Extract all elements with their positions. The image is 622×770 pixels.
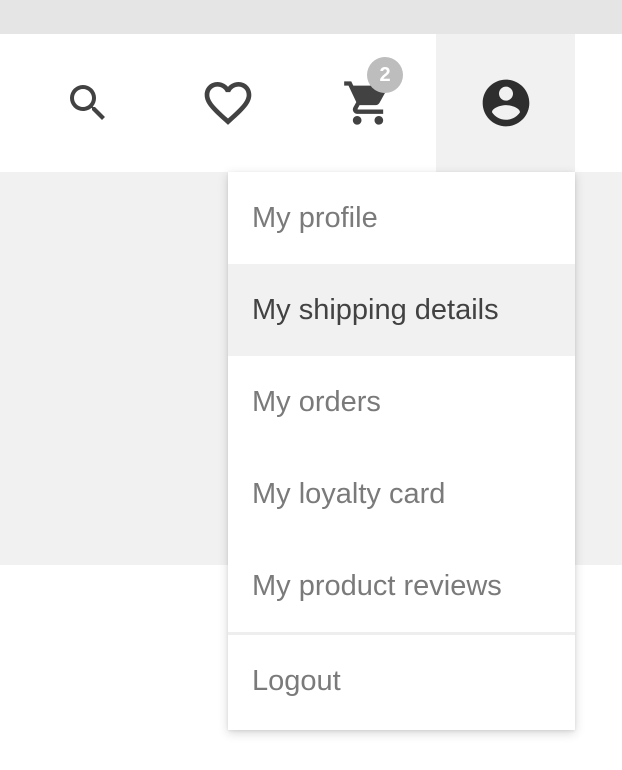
top-strip (0, 0, 622, 34)
menu-item-label: My shipping details (252, 293, 499, 326)
cart-button[interactable]: 2 (323, 34, 413, 172)
menu-item-my-loyalty-card[interactable]: My loyalty card (228, 448, 575, 540)
wishlist-button[interactable] (183, 34, 273, 172)
cart-icon-wrap: 2 (342, 57, 403, 129)
menu-item-label: My profile (252, 201, 378, 234)
search-icon (70, 85, 105, 120)
menu-item-my-product-reviews[interactable]: My product reviews (228, 540, 575, 632)
menu-item-logout[interactable]: Logout (228, 635, 575, 728)
menu-item-my-orders[interactable]: My orders (228, 356, 575, 448)
account-dropdown-menu: My profile My shipping details My orders… (228, 172, 575, 730)
menu-item-my-shipping-details[interactable]: My shipping details (228, 264, 575, 356)
search-button[interactable] (43, 34, 133, 172)
menu-item-label: My loyalty card (252, 477, 446, 510)
menu-item-label: My orders (252, 385, 381, 418)
cart-count-badge: 2 (367, 57, 403, 93)
account-button[interactable] (436, 34, 575, 172)
menu-item-label: My product reviews (252, 569, 502, 602)
heart-outline-icon (204, 82, 252, 125)
menu-item-my-profile[interactable]: My profile (228, 172, 575, 264)
account-circle-icon (482, 79, 529, 127)
logout-label: Logout (252, 665, 341, 697)
